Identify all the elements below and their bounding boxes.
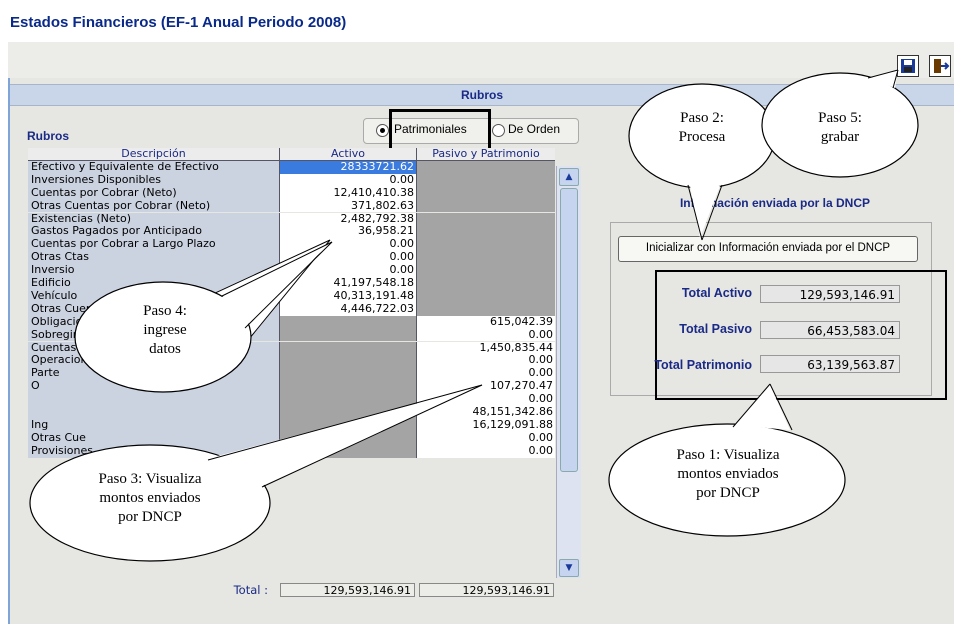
callout-paso5-line2: grabar [820, 129, 860, 145]
callout-paso3-line3: por DNCP [118, 509, 182, 525]
callout-paso5-line1: Paso 5: [818, 110, 862, 126]
callout-paso4-line3: datos [149, 341, 181, 357]
callout-paso1-line1: Paso 1: Visualiza [676, 447, 780, 463]
callout-paso3-line1: Paso 3: Visualiza [98, 471, 202, 487]
callout-paso5-text: Paso 5: grabar [780, 109, 900, 147]
callout-paso4-text: Paso 4: ingrese datos [90, 302, 240, 359]
callout-paso1-line2: montos enviados [677, 466, 779, 482]
callout-paso2 [628, 83, 776, 241]
callout-paso2-line1: Paso 2: [680, 110, 724, 126]
callout-paso4-line1: Paso 4: [143, 303, 187, 319]
callout-paso4-line2: ingrese [143, 322, 187, 338]
callout-paso3-line2: montos enviados [99, 490, 201, 506]
callout-paso2-text: Paso 2: Procesa [640, 109, 764, 147]
callout-paso2-line2: Procesa [678, 129, 726, 145]
callout-paso3-text: Paso 3: Visualiza montos enviados por DN… [55, 470, 245, 527]
callout-paso1-line3: por DNCP [696, 485, 760, 501]
callout-paso1-text: Paso 1: Visualiza montos enviados por DN… [640, 446, 816, 503]
